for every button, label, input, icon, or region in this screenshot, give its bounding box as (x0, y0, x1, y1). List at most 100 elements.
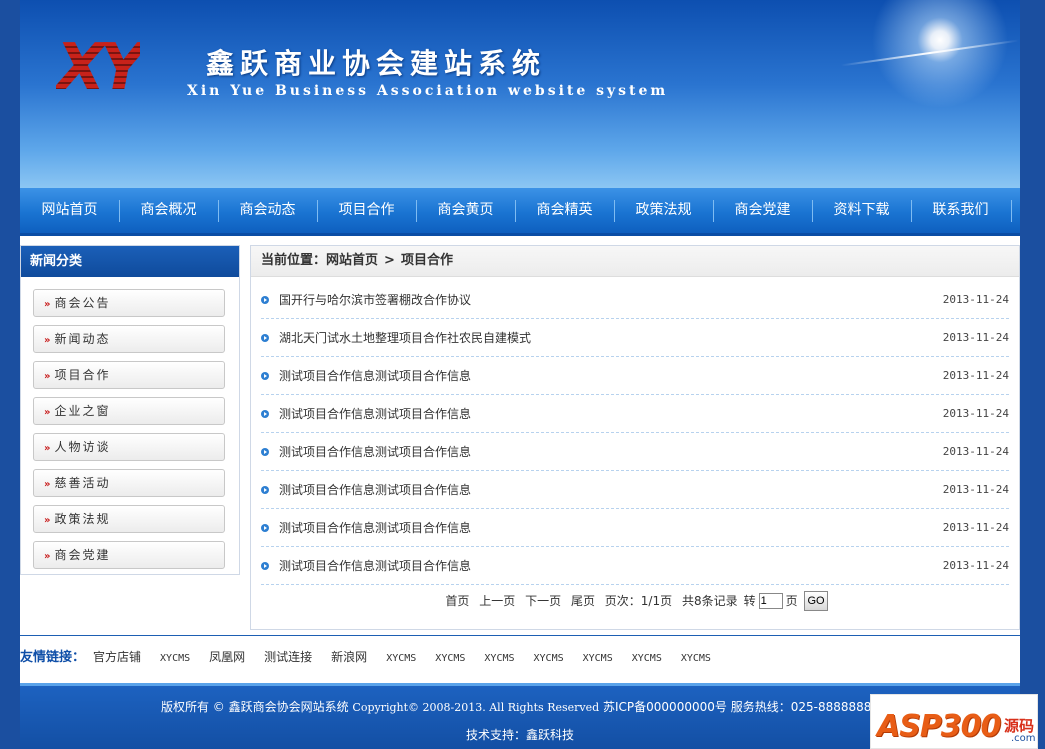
bullet-arrow-icon (261, 448, 269, 456)
category-label: 项目合作 (54, 368, 111, 382)
pager-goto-label: 转 (743, 593, 756, 608)
nav-item-party[interactable]: 商会党建 (713, 188, 812, 233)
site-title: 鑫跃商业协会建站系统 (206, 47, 547, 80)
friend-link[interactable]: XYCMS (386, 653, 416, 664)
nav-item-overview[interactable]: 商会概况 (119, 188, 218, 233)
site-logo[interactable]: XY (56, 36, 186, 100)
news-item: 测试项目合作信息测试项目合作信息 2013-11-24 (261, 434, 1009, 471)
friend-link[interactable]: XYCMS (632, 653, 662, 664)
double-chevron-icon: » (44, 443, 51, 454)
nav-item-cooperation[interactable]: 项目合作 (317, 188, 416, 233)
nav-item-contact[interactable]: 联系我们 (911, 188, 1012, 233)
content-panel: 当前位置：网站首页 > 项目合作 国开行与哈尔滨市签署棚改合作协议 2013-11-2… (250, 245, 1020, 630)
double-chevron-icon: » (44, 515, 51, 526)
watermark-logo: ASP300 源码 .com (870, 694, 1038, 749)
bullet-arrow-icon (261, 372, 269, 380)
pager-prev-link[interactable]: 上一页 (479, 594, 515, 608)
category-label: 企业之窗 (54, 404, 111, 418)
friend-link[interactable]: XYCMS (583, 653, 613, 664)
pager-last-link[interactable]: 尾页 (571, 594, 595, 608)
category-item[interactable]: » 商会公告 (33, 289, 225, 317)
footer-copyright: 版权所有 © 鑫跃商会协会网站系统 (160, 700, 349, 714)
news-item: 测试项目合作信息测试项目合作信息 2013-11-24 (261, 548, 1009, 585)
pager-page-info: 页次：1/1页 (604, 593, 673, 608)
nav-item-elites[interactable]: 商会精英 (515, 188, 614, 233)
bullet-arrow-icon (261, 562, 269, 570)
bullet-arrow-icon (261, 524, 269, 532)
double-chevron-icon: » (44, 479, 51, 490)
double-chevron-icon: » (44, 371, 51, 382)
category-item[interactable]: » 政策法规 (33, 505, 225, 533)
friend-link[interactable]: XYCMS (681, 653, 711, 664)
category-label: 新闻动态 (54, 332, 111, 346)
friend-link[interactable]: 凤凰网 (209, 650, 245, 664)
category-item[interactable]: » 商会党建 (33, 541, 225, 569)
friend-link[interactable]: 新浪网 (331, 650, 367, 664)
news-title-link[interactable]: 测试项目合作信息测试项目合作信息 (279, 445, 471, 459)
category-item[interactable]: » 新闻动态 (33, 325, 225, 353)
pager-total: 共8条记录 (681, 593, 738, 608)
news-title-link[interactable]: 测试项目合作信息测试项目合作信息 (279, 559, 471, 573)
category-item[interactable]: » 企业之窗 (33, 397, 225, 425)
category-label: 人物访谈 (54, 440, 111, 454)
nav-item-policies[interactable]: 政策法规 (614, 188, 713, 233)
nav-item-home[interactable]: 网站首页 (20, 188, 119, 233)
pager-next-link[interactable]: 下一页 (525, 594, 561, 608)
news-title-link[interactable]: 测试项目合作信息测试项目合作信息 (279, 369, 471, 383)
friend-link[interactable]: XYCMS (484, 653, 514, 664)
news-list: 国开行与哈尔滨市签署棚改合作协议 2013-11-24 湖北天门试水土地整理项目合… (251, 282, 1019, 585)
bullet-arrow-icon (261, 486, 269, 494)
breadcrumb-home-link[interactable]: 网站首页 (326, 253, 378, 268)
breadcrumb-current: 项目合作 (400, 253, 453, 268)
news-title-link[interactable]: 测试项目合作信息测试项目合作信息 (279, 521, 471, 535)
breadcrumb-prefix: 当前位置： (261, 253, 327, 268)
news-title-link[interactable]: 国开行与哈尔滨市签署棚改合作协议 (279, 293, 471, 307)
sidebar: 新闻分类 » 商会公告 » 新闻动态 » 项目合作 » 企业之窗 » 人物访谈 » 慈善活动… (20, 245, 240, 575)
breadcrumb-separator: > (384, 253, 395, 268)
watermark-domain: .com (1011, 733, 1036, 744)
sidebar-title: 新闻分类 (21, 246, 239, 277)
bullet-arrow-icon (261, 410, 269, 418)
news-date: 2013-11-24 (942, 369, 1009, 382)
friend-link[interactable]: 测试连接 (264, 650, 312, 664)
news-item: 国开行与哈尔滨市签署棚改合作协议 2013-11-24 (261, 282, 1009, 319)
watermark-brand: ASP300 (877, 709, 1001, 744)
pager-page-unit: 页 (785, 593, 798, 608)
pager-first-link[interactable]: 首页 (445, 594, 469, 608)
news-date: 2013-11-24 (942, 293, 1009, 306)
logo-letters: XY (56, 31, 146, 105)
category-label: 商会公告 (54, 296, 111, 310)
double-chevron-icon: » (44, 335, 51, 346)
friend-link[interactable]: XYCMS (534, 653, 564, 664)
friend-link[interactable]: 官方店铺 (93, 650, 141, 664)
news-date: 2013-11-24 (942, 559, 1009, 572)
nav-item-downloads[interactable]: 资料下载 (812, 188, 911, 233)
friend-link[interactable]: XYCMS (435, 653, 465, 664)
news-date: 2013-11-24 (942, 445, 1009, 458)
double-chevron-icon: » (44, 407, 51, 418)
friend-link[interactable]: XYCMS (160, 653, 190, 664)
news-item: 测试项目合作信息测试项目合作信息 2013-11-24 (261, 358, 1009, 395)
category-item[interactable]: » 人物访谈 (33, 433, 225, 461)
news-title-link[interactable]: 测试项目合作信息测试项目合作信息 (279, 407, 471, 421)
news-item: 测试项目合作信息测试项目合作信息 2013-11-24 (261, 396, 1009, 433)
category-item[interactable]: » 项目合作 (33, 361, 225, 389)
bullet-arrow-icon (261, 296, 269, 304)
category-item[interactable]: » 慈善活动 (33, 469, 225, 497)
news-date: 2013-11-24 (942, 331, 1009, 344)
news-item: 湖北天门试水土地整理项目合作社农民自建模式 2013-11-24 (261, 320, 1009, 357)
news-title-link[interactable]: 湖北天门试水土地整理项目合作社农民自建模式 (279, 331, 531, 345)
pager-goto-input[interactable] (758, 593, 783, 609)
news-item: 测试项目合作信息测试项目合作信息 2013-11-24 (261, 510, 1009, 547)
double-chevron-icon: » (44, 299, 51, 310)
news-title-link[interactable]: 测试项目合作信息测试项目合作信息 (279, 483, 471, 497)
double-chevron-icon: » (44, 551, 51, 562)
nav-item-yellow-pages[interactable]: 商会黄页 (416, 188, 515, 233)
footer-icp[interactable]: 苏ICP备000000000号 (603, 700, 727, 714)
site-subtitle: Xin Yue Business Association website sys… (187, 83, 669, 99)
main-nav: 网站首页 商会概况 商会动态 项目合作 商会黄页 商会精英 政策法规 商会党建 … (20, 188, 1020, 236)
nav-item-news[interactable]: 商会动态 (218, 188, 317, 233)
pager-go-button[interactable]: GO (804, 591, 828, 611)
friend-links: 友情链接： 官方店铺 XYCMS 凤凰网 测试连接 新浪网 XYCMS XYCMS XYCMS X… (20, 635, 1020, 680)
page: XY 鑫跃商业协会建站系统 Xin Yue Business Associati… (20, 0, 1020, 749)
